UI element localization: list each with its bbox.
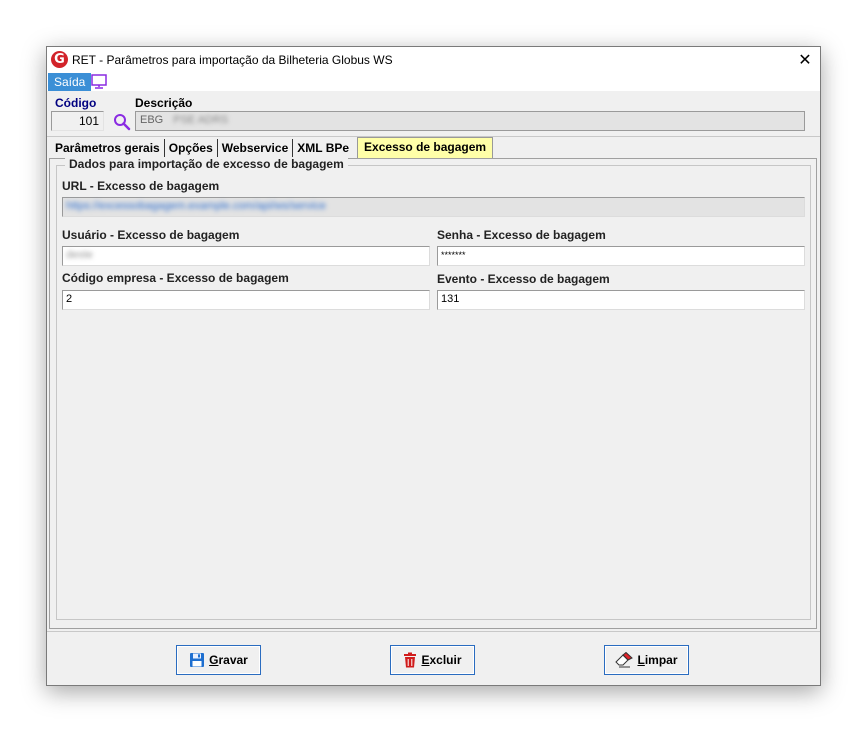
- tab-strip: Parâmetros gerais Opções Webservice XML …: [51, 137, 494, 158]
- usuario-label: Usuário - Excesso de bagagem: [62, 228, 240, 242]
- main-window: G RET - Parâmetros para importação da Bi…: [46, 46, 821, 686]
- trash-icon: [404, 652, 417, 668]
- descricao-obscured-text: PSE ADRS: [173, 114, 229, 126]
- limpar-button[interactable]: Limpar: [604, 645, 689, 675]
- menu-saida[interactable]: Saída: [48, 73, 92, 91]
- menu-bar: Saída: [47, 73, 820, 91]
- evento-label: Evento - Excesso de bagagem: [437, 272, 610, 286]
- descricao-label: Descrição: [135, 96, 193, 110]
- descricao-value: EBG: [140, 114, 164, 126]
- tab-parametros-gerais[interactable]: Parâmetros gerais: [51, 139, 165, 158]
- usuario-value: deste: [66, 249, 93, 261]
- tab-xml-bpe[interactable]: XML BPe: [293, 139, 353, 158]
- senha-label: Senha - Excesso de bagagem: [437, 228, 606, 242]
- tab-panel-excesso: Dados para importação de excesso de baga…: [49, 157, 817, 629]
- usuario-input[interactable]: deste: [62, 246, 430, 266]
- codigo-label: Código: [55, 96, 97, 110]
- codigo-input[interactable]: 101: [51, 111, 104, 131]
- url-value: https://excessobagagem.example.com/api/w…: [66, 200, 326, 212]
- title-bar: G RET - Parâmetros para importação da Bi…: [47, 47, 820, 73]
- evento-input[interactable]: 131: [437, 290, 805, 310]
- globus-logo-icon: G: [51, 51, 68, 68]
- gravar-label: Gravar: [209, 653, 248, 667]
- url-label: URL - Excesso de bagagem: [62, 179, 220, 193]
- group-title: Dados para importação de excesso de baga…: [65, 157, 348, 171]
- header-panel: Código Descrição 101 EBG PSE ADRS: [47, 93, 820, 137]
- codigo-empresa-input[interactable]: 2: [62, 290, 430, 310]
- gravar-button[interactable]: Gravar: [176, 645, 261, 675]
- tab-excesso-de-bagagem[interactable]: Excesso de bagagem: [357, 137, 494, 158]
- descricao-input[interactable]: EBG PSE ADRS: [135, 111, 805, 131]
- close-icon: ✕: [798, 52, 812, 69]
- floppy-disk-icon: [190, 653, 205, 667]
- monitor-icon[interactable]: [91, 74, 107, 89]
- codigo-empresa-label: Código empresa - Excesso de bagagem: [62, 271, 289, 285]
- button-bar: Gravar Excluir Limpar: [47, 631, 820, 685]
- eraser-icon: [615, 652, 634, 668]
- excesso-bagagem-group: Dados para importação de excesso de baga…: [56, 157, 811, 620]
- excluir-label: Excluir: [421, 653, 462, 667]
- excluir-button[interactable]: Excluir: [390, 645, 475, 675]
- tab-webservice[interactable]: Webservice: [218, 139, 294, 158]
- senha-input[interactable]: *******: [437, 246, 805, 266]
- close-button[interactable]: ✕: [790, 47, 820, 73]
- tab-opcoes[interactable]: Opções: [165, 139, 218, 158]
- window-title: RET - Parâmetros para importação da Bilh…: [72, 53, 393, 67]
- search-icon[interactable]: [113, 113, 131, 131]
- limpar-label: Limpar: [637, 653, 678, 667]
- url-input[interactable]: https://excessobagagem.example.com/api/w…: [62, 197, 805, 217]
